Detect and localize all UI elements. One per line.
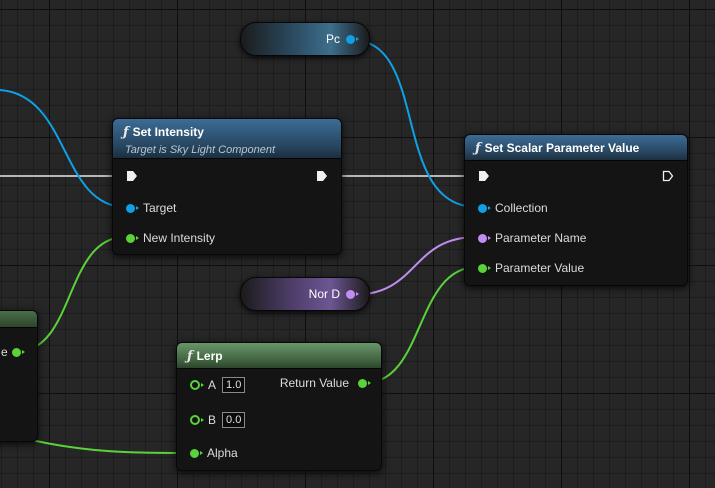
target-pin-label: Target <box>143 201 177 215</box>
parameter-name-pin[interactable] <box>478 233 491 243</box>
lerp-title: Lerp <box>196 349 223 363</box>
exec-in-pin[interactable] <box>478 170 490 182</box>
exec-out-pin[interactable] <box>316 170 328 182</box>
nord-variable-node[interactable]: Nor D <box>240 277 370 311</box>
set-scalar-header: ƒ Set Scalar Parameter Value <box>465 135 687 161</box>
nord-variable-label: Nor D <box>308 287 340 301</box>
collection-pin[interactable] <box>478 203 491 213</box>
alpha-pin[interactable] <box>190 448 203 458</box>
lerp-node[interactable]: ƒ Lerp A 1.0 B 0.0 Alpha Return Value <box>176 342 382 471</box>
b-pin-label: B <box>208 413 217 427</box>
exec-in-pin[interactable] <box>126 170 138 182</box>
pc-variable-label: Pc <box>325 32 340 46</box>
object-wire-target <box>0 89 126 208</box>
object-wire-pc-to-collection <box>351 39 478 208</box>
exec-out-pin[interactable] <box>662 170 674 182</box>
a-value-input[interactable]: 1.0 <box>222 377 246 393</box>
a-pin-label: A <box>208 378 217 392</box>
return-value-pin-label: Return Value <box>279 376 349 390</box>
b-pin[interactable] <box>190 415 204 425</box>
alpha-pin-label: Alpha <box>207 446 238 460</box>
function-icon: ƒ <box>475 141 481 156</box>
pc-output-pin[interactable] <box>346 34 359 44</box>
b-value-input[interactable]: 0.0 <box>222 412 246 428</box>
set-intensity-subtitle: Target is Sky Light Component <box>125 144 276 156</box>
parameter-name-pin-label: Parameter Name <box>495 231 587 245</box>
parameter-value-pin[interactable] <box>478 263 491 273</box>
new-intensity-pin-label: New Intensity <box>143 231 216 245</box>
parameter-value-pin-label: Parameter Value <box>495 261 585 275</box>
set-intensity-node[interactable]: ƒ Set Intensity Target is Sky Light Compo… <box>112 118 342 255</box>
new-intensity-pin[interactable] <box>126 233 139 243</box>
partial-node-pin-label: e <box>1 345 8 359</box>
name-wire-nord-to-parameter-name <box>351 236 478 296</box>
pc-variable-node[interactable]: Pc <box>240 22 370 56</box>
function-icon: ƒ <box>187 349 193 364</box>
a-pin[interactable] <box>190 380 204 390</box>
set-intensity-header: ƒ Set Intensity Target is Sky Light Compo… <box>113 119 341 159</box>
nord-output-pin[interactable] <box>346 289 359 299</box>
collection-pin-label: Collection <box>495 201 548 215</box>
lerp-header: ƒ Lerp <box>177 343 381 369</box>
target-pin[interactable] <box>126 203 139 213</box>
return-value-pin[interactable] <box>358 378 371 388</box>
set-scalar-parameter-node[interactable]: ƒ Set Scalar Parameter Value Collection P… <box>464 134 688 286</box>
partial-node-output-pin[interactable] <box>11 347 25 357</box>
set-scalar-title: Set Scalar Parameter Value <box>484 141 640 155</box>
function-icon: ƒ <box>123 125 129 140</box>
set-intensity-title: Set Intensity <box>132 125 204 139</box>
partial-node[interactable]: e <box>0 310 38 442</box>
